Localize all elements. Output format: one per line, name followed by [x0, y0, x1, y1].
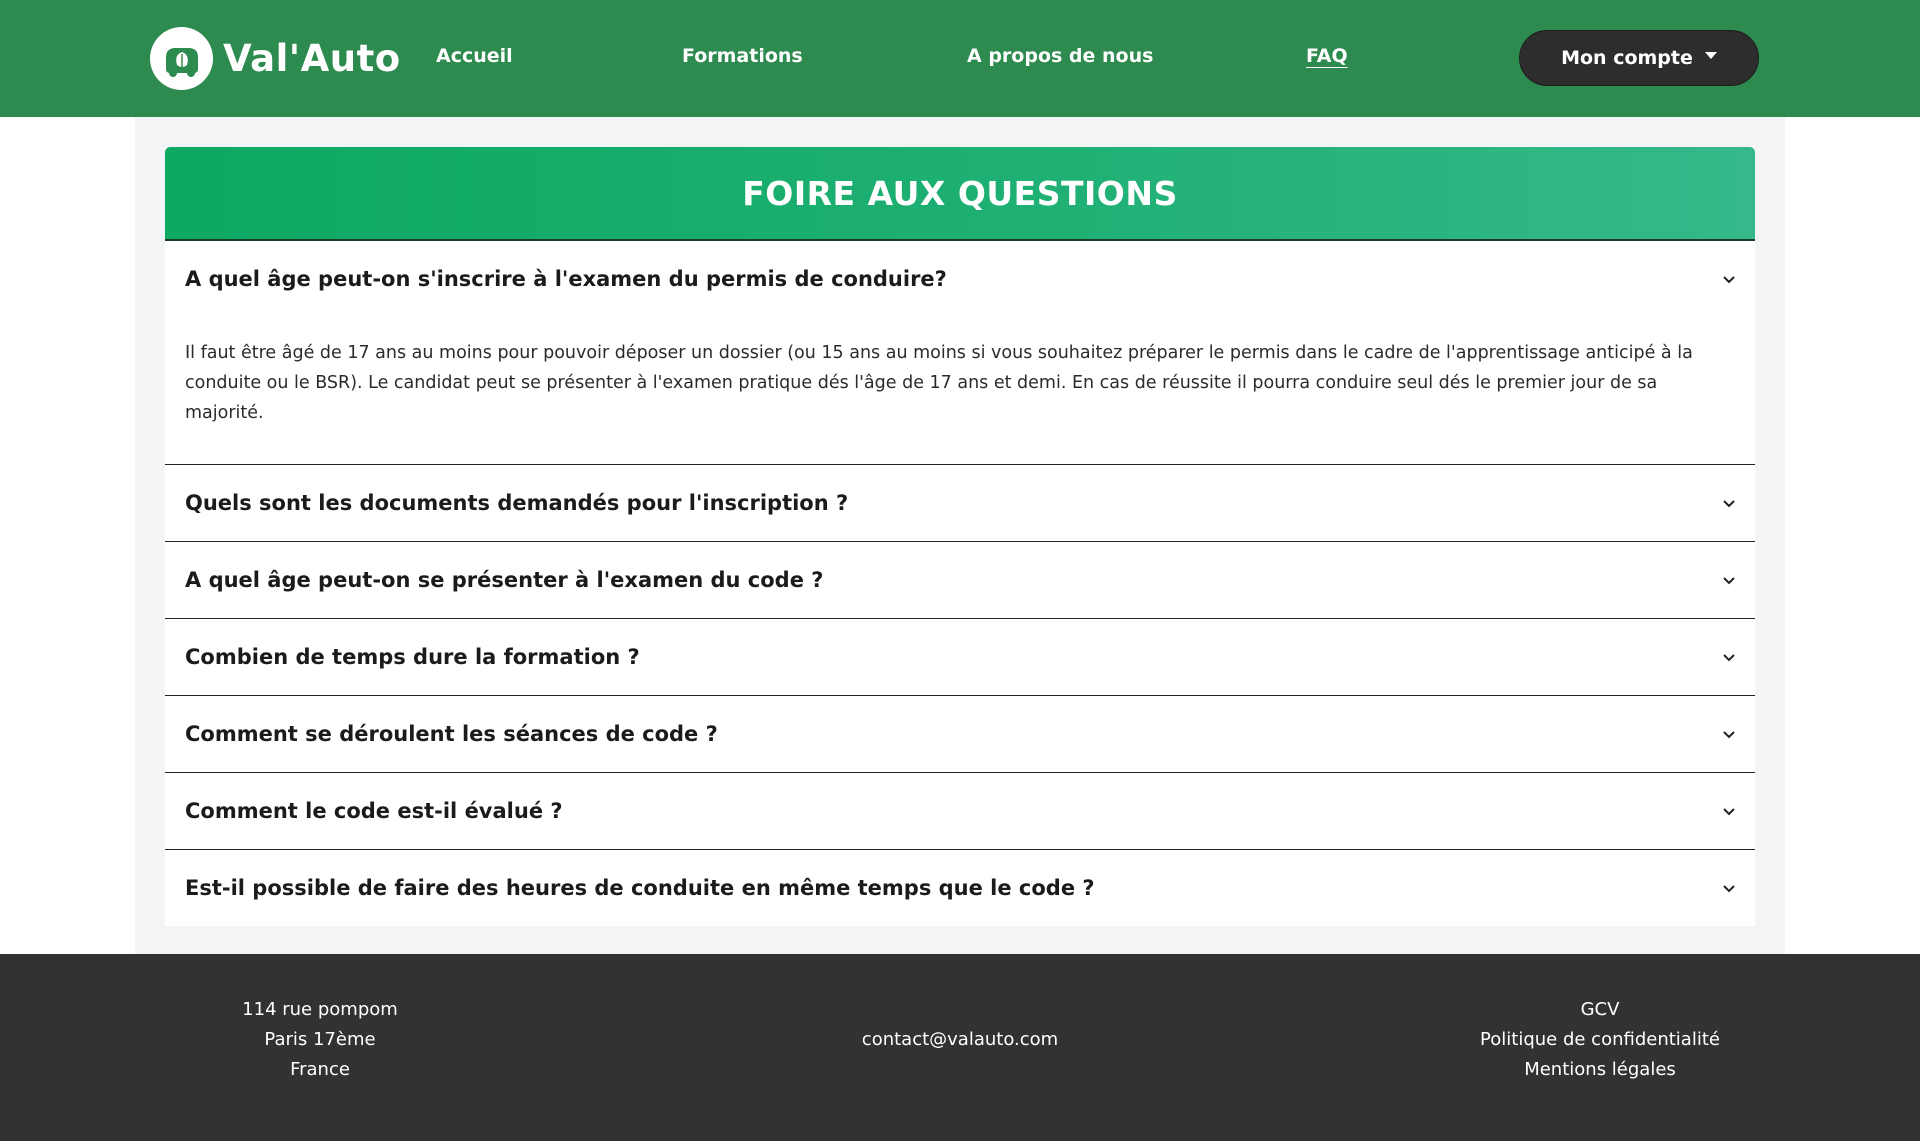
- faq-accordion: FOIRE AUX QUESTIONS A quel âge peut-on s…: [165, 147, 1755, 926]
- chevron-down-icon: [1723, 731, 1735, 739]
- faq-item: A quel âge peut-on s'inscrire à l'examen…: [165, 241, 1755, 465]
- faq-question-toggle[interactable]: A quel âge peut-on se présenter à l'exam…: [165, 542, 1755, 618]
- faq-question: Quels sont les documents demandés pour l…: [185, 491, 849, 515]
- faq-question: Comment le code est-il évalué ?: [185, 799, 563, 823]
- faq-question-toggle[interactable]: Comment le code est-il évalué ?: [165, 773, 1755, 849]
- footer-link-gcv[interactable]: GCV: [1450, 995, 1750, 1025]
- contact-email-link[interactable]: contact@valauto.com: [810, 1025, 1110, 1055]
- address-line: France: [290, 1059, 350, 1080]
- faq-header: FOIRE AUX QUESTIONS: [165, 147, 1755, 241]
- faq-question-toggle[interactable]: A quel âge peut-on s'inscrire à l'examen…: [165, 241, 1755, 317]
- address-line: Paris 17ème: [264, 1029, 376, 1050]
- address-line: 114 rue pompom: [242, 999, 398, 1020]
- faq-question: A quel âge peut-on s'inscrire à l'examen…: [185, 267, 947, 291]
- brand-name: Val'Auto: [223, 37, 401, 80]
- navbar: Val'Auto Accueil Formations A propos de …: [0, 0, 1920, 117]
- chevron-down-icon: [1723, 500, 1735, 508]
- chevron-down-icon: [1723, 577, 1735, 585]
- chevron-down-icon: [1723, 808, 1735, 816]
- chevron-down-icon: [1723, 885, 1735, 893]
- faq-question-toggle[interactable]: Combien de temps dure la formation ?: [165, 619, 1755, 695]
- faq-answer: Il faut être âgé de 17 ans au moins pour…: [185, 343, 1693, 423]
- faq-question: A quel âge peut-on se présenter à l'exam…: [185, 568, 824, 592]
- chevron-down-icon: [1723, 276, 1735, 284]
- footer-contact: contact@valauto.com: [810, 1025, 1110, 1055]
- content-wrapper: FOIRE AUX QUESTIONS A quel âge peut-on s…: [135, 117, 1785, 954]
- faq-question: Combien de temps dure la formation ?: [185, 645, 640, 669]
- faq-question: Est-il possible de faire des heures de c…: [185, 876, 1095, 900]
- account-dropdown-button[interactable]: Mon compte: [1519, 30, 1759, 86]
- faq-item: A quel âge peut-on se présenter à l'exam…: [165, 542, 1755, 619]
- faq-question-toggle[interactable]: Est-il possible de faire des heures de c…: [165, 850, 1755, 926]
- nav-faq[interactable]: FAQ: [1306, 45, 1348, 67]
- footer: 114 rue pompom Paris 17ème France contac…: [0, 954, 1920, 1141]
- faq-question-toggle[interactable]: Comment se déroulent les séances de code…: [165, 696, 1755, 772]
- faq-question: Comment se déroulent les séances de code…: [185, 722, 718, 746]
- faq-item: Quels sont les documents demandés pour l…: [165, 465, 1755, 542]
- logo-icon: [150, 27, 213, 90]
- footer-link-privacy[interactable]: Politique de confidentialité: [1450, 1025, 1750, 1055]
- caret-down-icon: [1704, 51, 1717, 59]
- nav-accueil[interactable]: Accueil: [436, 45, 513, 67]
- faq-item: Combien de temps dure la formation ?: [165, 619, 1755, 696]
- chevron-down-icon: [1723, 654, 1735, 662]
- account-button-label: Mon compte: [1561, 47, 1693, 69]
- faq-item: Est-il possible de faire des heures de c…: [165, 850, 1755, 926]
- nav-a-propos[interactable]: A propos de nous: [967, 45, 1153, 67]
- faq-title: FOIRE AUX QUESTIONS: [742, 173, 1178, 213]
- faq-item: Comment se déroulent les séances de code…: [165, 696, 1755, 773]
- faq-question-toggle[interactable]: Quels sont les documents demandés pour l…: [165, 465, 1755, 541]
- footer-link-legal[interactable]: Mentions légales: [1450, 1055, 1750, 1085]
- footer-address: 114 rue pompom Paris 17ème France: [220, 995, 420, 1085]
- footer-links: GCV Politique de confidentialité Mention…: [1450, 995, 1750, 1085]
- brand[interactable]: Val'Auto: [150, 27, 401, 90]
- nav-formations[interactable]: Formations: [682, 45, 803, 67]
- faq-item: Comment le code est-il évalué ?: [165, 773, 1755, 850]
